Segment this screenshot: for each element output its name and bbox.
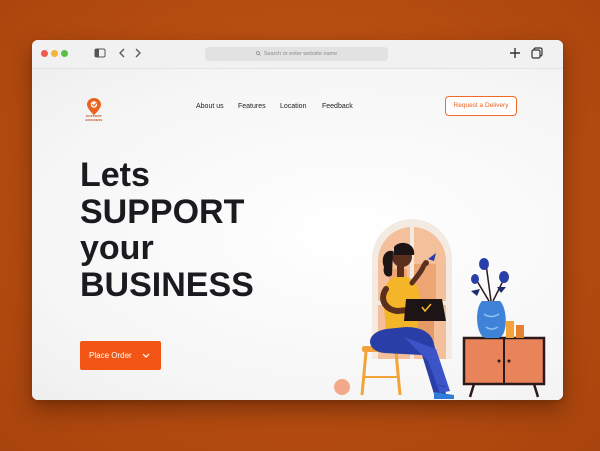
- place-order-button[interactable]: Place Order: [80, 341, 161, 370]
- address-bar[interactable]: Search or enter website name: [205, 47, 388, 61]
- hero-headline: Lets SUPPORT your BUSINESS: [80, 157, 254, 303]
- sideboard: [462, 258, 546, 398]
- search-icon: [255, 51, 261, 56]
- chevron-down-icon: [142, 353, 150, 358]
- hero-line-4: BUSINESS: [80, 265, 254, 304]
- webpage: SUPPORT BUSINESS About us Features Locat…: [32, 69, 563, 400]
- nav-features[interactable]: Features: [238, 103, 266, 110]
- address-placeholder: Search or enter website name: [263, 51, 338, 57]
- nav-about-us[interactable]: About us: [196, 103, 224, 110]
- decorative-ball: [334, 379, 350, 395]
- close-window-button[interactable]: [41, 50, 48, 57]
- hero-illustration: [334, 219, 546, 399]
- hero-line-1: Lets: [80, 156, 150, 194]
- forward-chevron-icon[interactable]: [133, 46, 143, 60]
- browser-toolbar: Search or enter website name: [32, 40, 563, 69]
- sidebar-icon[interactable]: [94, 46, 106, 60]
- plus-icon[interactable]: [508, 46, 522, 60]
- hero-line-3: your: [80, 229, 154, 267]
- minimize-window-button[interactable]: [51, 50, 58, 57]
- place-order-label: Place Order: [89, 351, 132, 360]
- browser-window: Search or enter website name SUPPORT BUS…: [32, 40, 563, 400]
- back-chevron-icon[interactable]: [117, 46, 127, 60]
- maximize-window-button[interactable]: [61, 50, 68, 57]
- request-delivery-button[interactable]: Request a Delivery: [445, 96, 517, 116]
- hero-line-2: SUPPORT: [80, 192, 245, 231]
- nav-feedback[interactable]: Feedback: [322, 103, 353, 110]
- nav-location[interactable]: Location: [280, 103, 306, 110]
- tabs-icon[interactable]: [530, 46, 544, 60]
- logo-text: SUPPORT BUSINESS: [85, 114, 103, 122]
